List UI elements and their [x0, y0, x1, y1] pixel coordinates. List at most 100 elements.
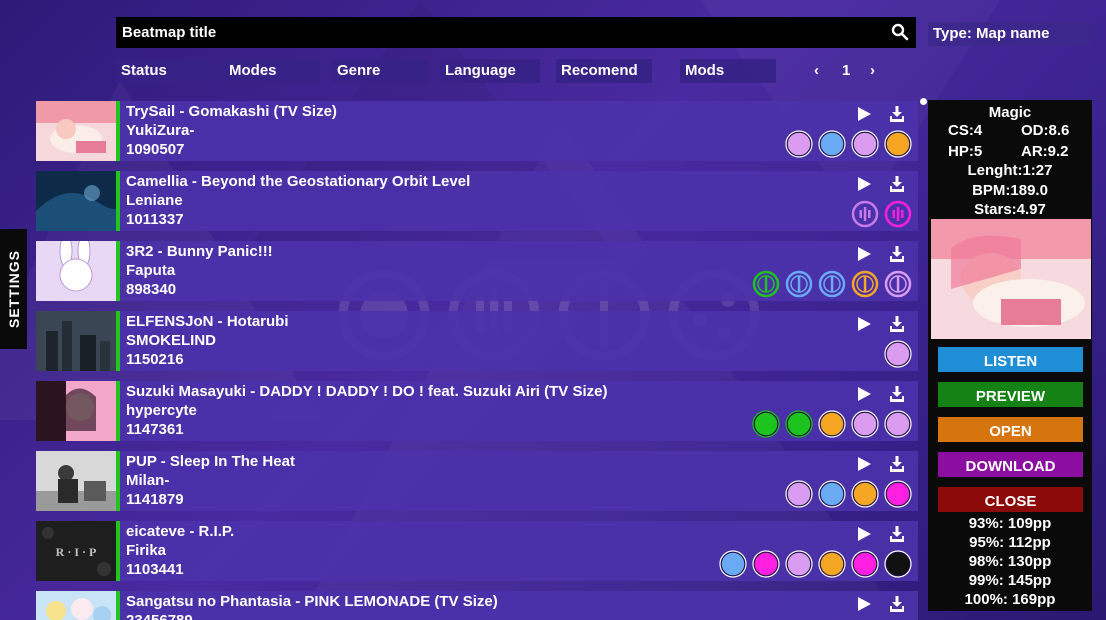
difficulty-list: [752, 410, 912, 438]
difficulty-list: [851, 200, 912, 228]
mania-difficulty-icon[interactable]: [851, 200, 879, 228]
beatmap-title: Sangatsu no Phantasia - PINK LEMONADE (T…: [126, 593, 498, 610]
download-icon[interactable]: [888, 385, 906, 403]
osu-difficulty-icon[interactable]: [818, 550, 846, 578]
difficulty-list: [884, 340, 912, 368]
search-bar: [116, 17, 916, 48]
filter-status[interactable]: Status: [116, 59, 212, 83]
osu-difficulty-icon[interactable]: [851, 480, 879, 508]
play-icon[interactable]: [856, 316, 872, 332]
stat-bpm: BPM:189.0: [972, 182, 1048, 199]
play-icon[interactable]: [856, 526, 872, 542]
download-icon[interactable]: [888, 245, 906, 263]
filter-modes[interactable]: Modes: [224, 59, 320, 83]
filter-language[interactable]: Language: [440, 59, 540, 83]
osu-difficulty-icon[interactable]: [818, 480, 846, 508]
play-icon[interactable]: [856, 456, 872, 472]
pagination: ‹ 1 ›: [808, 59, 888, 83]
download-icon[interactable]: [888, 525, 906, 543]
catch-difficulty-icon[interactable]: [752, 270, 780, 298]
difficulty-list: [719, 550, 912, 578]
osu-difficulty-icon[interactable]: [884, 130, 912, 158]
beatmap-item[interactable]: PUP - Sleep In The Heat Milan- 1141879: [36, 451, 918, 511]
search-input[interactable]: [122, 24, 862, 41]
search-type-selector[interactable]: Type: Map name: [928, 22, 1092, 46]
play-icon[interactable]: [856, 596, 872, 612]
beatmap-mapper: Milan-: [126, 472, 170, 489]
beatmap-item[interactable]: ELFENSJoN - Hotarubi SMOKELIND 1150216: [36, 311, 918, 371]
pp-value: 100%: 169pp: [964, 591, 1056, 608]
filter-mods[interactable]: Mods: [680, 59, 776, 83]
beatmap-id: 1141879: [126, 491, 184, 508]
osu-difficulty-icon[interactable]: [851, 550, 879, 578]
search-icon[interactable]: [891, 23, 909, 41]
previous-page-button[interactable]: ‹: [814, 62, 819, 79]
beatmap-item[interactable]: TrySail - Gomakashi (TV Size) YukiZura- …: [36, 101, 918, 161]
beatmap-thumbnail: R · I · P: [36, 521, 116, 581]
open-button[interactable]: OPEN: [938, 417, 1083, 442]
osu-difficulty-icon[interactable]: [785, 410, 813, 438]
beatmap-thumbnail: [36, 381, 116, 441]
catch-difficulty-icon[interactable]: [785, 270, 813, 298]
catch-difficulty-icon[interactable]: [884, 270, 912, 298]
beatmap-item[interactable]: 3R2 - Bunny Panic!!! Faputa 898340: [36, 241, 918, 301]
beatmap-mapper: SMOKELIND: [126, 332, 216, 349]
stat-ar: AR:9.2: [1021, 143, 1069, 160]
osu-difficulty-icon[interactable]: [884, 410, 912, 438]
beatmap-item[interactable]: Camellia - Beyond the Geostationary Orbi…: [36, 171, 918, 231]
beatmap-id: 23456789: [126, 612, 193, 620]
beatmap-item[interactable]: Sangatsu no Phantasia - PINK LEMONADE (T…: [36, 591, 918, 620]
stat-cs: CS:4: [948, 122, 983, 139]
play-icon[interactable]: [856, 106, 872, 122]
close-button[interactable]: CLOSE: [938, 487, 1083, 512]
settings-tab[interactable]: SETTINGS: [0, 229, 27, 349]
status-bar: [116, 521, 120, 581]
catch-difficulty-icon[interactable]: [818, 270, 846, 298]
filter-genre[interactable]: Genre: [332, 59, 428, 83]
osu-difficulty-icon[interactable]: [884, 340, 912, 368]
beatmap-thumbnail: [36, 311, 116, 371]
download-icon[interactable]: [888, 595, 906, 613]
scrollbar-handle[interactable]: [920, 98, 927, 105]
beatmap-id: 898340: [126, 281, 177, 298]
play-icon[interactable]: [856, 386, 872, 402]
listen-button[interactable]: LISTEN: [938, 347, 1083, 372]
stat-length: Lenght:1:27: [967, 162, 1053, 179]
osu-difficulty-icon[interactable]: [752, 550, 780, 578]
next-page-button[interactable]: ›: [870, 62, 875, 79]
osu-difficulty-icon[interactable]: [851, 410, 879, 438]
pp-value: 98%: 130pp: [968, 553, 1052, 570]
osu-difficulty-icon[interactable]: [851, 130, 879, 158]
preview-button[interactable]: PREVIEW: [938, 382, 1083, 407]
osu-difficulty-icon[interactable]: [884, 480, 912, 508]
mania-difficulty-icon[interactable]: [884, 200, 912, 228]
catch-difficulty-icon[interactable]: [851, 270, 879, 298]
download-icon[interactable]: [888, 315, 906, 333]
beatmap-title: PUP - Sleep In The Heat: [126, 453, 295, 470]
beatmap-cover-image: [931, 219, 1091, 339]
beatmap-mapper: Firika: [126, 542, 167, 559]
filter-recommend[interactable]: Recomend: [556, 59, 652, 83]
osu-difficulty-icon[interactable]: [818, 410, 846, 438]
beatmap-id: 1150216: [126, 351, 184, 368]
osu-difficulty-icon[interactable]: [785, 550, 813, 578]
play-icon[interactable]: [856, 246, 872, 262]
download-icon[interactable]: [888, 455, 906, 473]
osu-difficulty-icon[interactable]: [785, 480, 813, 508]
osu-difficulty-icon[interactable]: [884, 550, 912, 578]
difficulty-list: [752, 270, 912, 298]
status-bar: [116, 171, 120, 231]
play-icon[interactable]: [856, 176, 872, 192]
osu-difficulty-icon[interactable]: [752, 410, 780, 438]
osu-difficulty-icon[interactable]: [785, 130, 813, 158]
beatmap-item[interactable]: R · I · P eicateve - R.I.P. Firika 11034…: [36, 521, 918, 581]
beatmap-title: eicateve - R.I.P.: [126, 523, 235, 540]
download-button[interactable]: DOWNLOAD: [938, 452, 1083, 477]
osu-difficulty-icon[interactable]: [818, 130, 846, 158]
beatmap-item[interactable]: Suzuki Masayuki - DADDY ! DADDY ! DO ! f…: [36, 381, 918, 441]
download-icon[interactable]: [888, 105, 906, 123]
beatmap-list[interactable]: TrySail - Gomakashi (TV Size) YukiZura- …: [36, 101, 918, 620]
osu-difficulty-icon[interactable]: [719, 550, 747, 578]
download-icon[interactable]: [888, 175, 906, 193]
svg-text:R · I · P: R · I · P: [56, 545, 97, 559]
